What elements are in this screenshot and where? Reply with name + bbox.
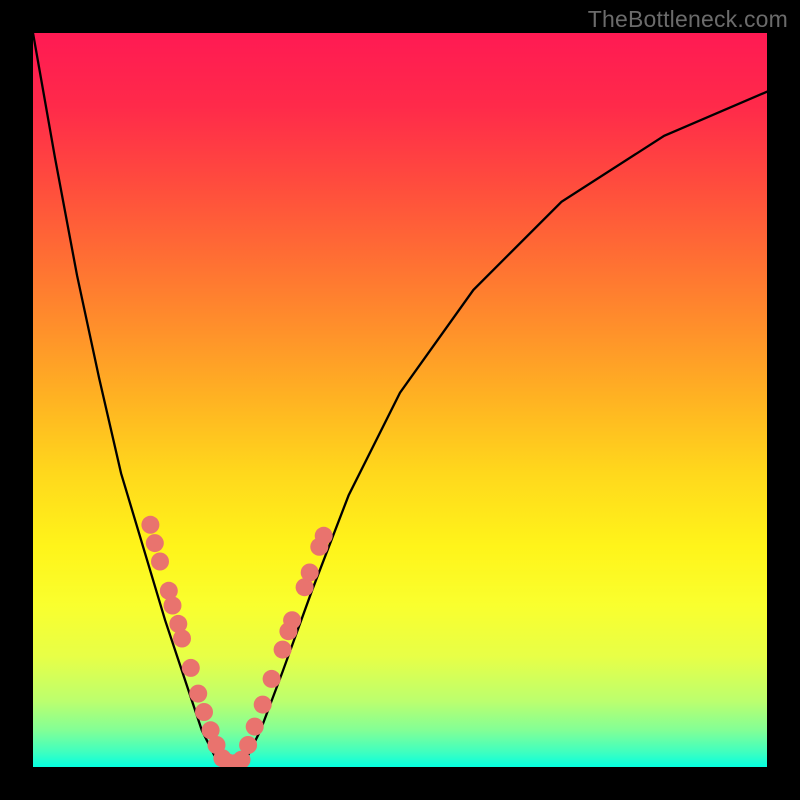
- data-marker: [146, 534, 164, 552]
- data-marker: [195, 703, 213, 721]
- data-marker: [283, 611, 301, 629]
- data-marker: [164, 597, 182, 615]
- chart-stage: TheBottleneck.com: [0, 0, 800, 800]
- watermark-text: TheBottleneck.com: [588, 6, 788, 33]
- data-marker: [173, 630, 191, 648]
- bottleneck-curve: [33, 33, 767, 767]
- data-marker: [151, 553, 169, 571]
- marker-group: [141, 516, 332, 767]
- plot-area: [33, 33, 767, 767]
- data-marker: [315, 527, 333, 545]
- data-marker: [301, 564, 319, 582]
- data-marker: [189, 685, 207, 703]
- data-marker: [246, 718, 264, 736]
- data-marker: [263, 670, 281, 688]
- chart-svg: [33, 33, 767, 767]
- data-marker: [274, 641, 292, 659]
- data-marker: [182, 659, 200, 677]
- data-marker: [141, 516, 159, 534]
- data-marker: [254, 696, 272, 714]
